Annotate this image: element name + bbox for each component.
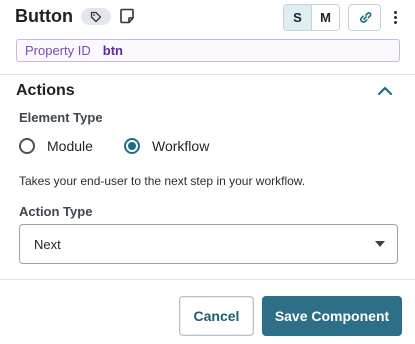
- link-button[interactable]: [348, 4, 381, 31]
- caret-down-icon: [375, 241, 385, 247]
- property-id-field[interactable]: Property ID btn: [16, 39, 400, 62]
- radio-module-label: Module: [47, 138, 93, 154]
- footer-divider: [0, 279, 415, 280]
- element-type-helper-text: Takes your end-user to the next step in …: [19, 174, 306, 188]
- action-type-label: Action Type: [19, 204, 93, 219]
- component-title: Button: [15, 6, 73, 26]
- link-icon: [359, 11, 371, 23]
- action-type-select[interactable]: Next: [19, 224, 398, 264]
- size-m-button[interactable]: M: [312, 5, 339, 30]
- cancel-button[interactable]: Cancel: [179, 296, 254, 336]
- property-id-value: btn: [102, 43, 123, 58]
- section-divider: [0, 74, 415, 75]
- tag-button[interactable]: [81, 8, 111, 25]
- radio-workflow-circle[interactable]: [124, 138, 140, 154]
- kebab-menu-icon[interactable]: [388, 5, 402, 29]
- note-icon[interactable]: [119, 8, 135, 24]
- property-id-label: Property ID: [25, 43, 91, 58]
- tag-icon: [90, 11, 102, 22]
- size-s-button[interactable]: S: [284, 5, 312, 30]
- size-toggle-group: S M: [283, 4, 340, 31]
- radio-module-circle[interactable]: [19, 138, 35, 154]
- chevron-up-icon[interactable]: [376, 84, 394, 98]
- actions-section-title: Actions: [16, 82, 75, 99]
- radio-workflow[interactable]: Workflow: [124, 137, 209, 155]
- radio-workflow-label: Workflow: [152, 138, 210, 154]
- component-header: Button S M: [0, 0, 415, 36]
- element-type-label: Element Type: [19, 110, 103, 125]
- radio-module[interactable]: Module: [19, 137, 93, 155]
- save-component-button[interactable]: Save Component: [262, 296, 402, 336]
- action-type-value: Next: [34, 236, 61, 252]
